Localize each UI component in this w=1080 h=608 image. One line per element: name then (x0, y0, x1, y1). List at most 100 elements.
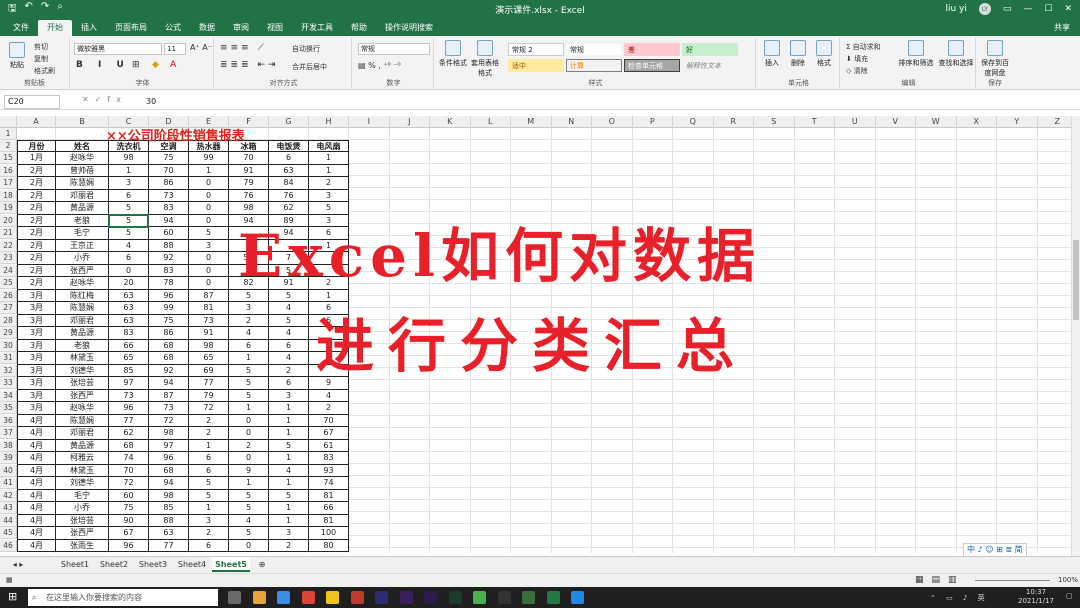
sheet-tab-1[interactable]: Sheet1 (56, 557, 94, 572)
table-cell[interactable]: 小乔 (56, 252, 109, 265)
table-cell[interactable]: 1 (229, 352, 269, 365)
table-cell[interactable]: 86 (149, 177, 189, 190)
fill-button[interactable]: ⬇ 填充 (846, 54, 868, 64)
sort-filter-button[interactable]: 排序和筛选 (896, 40, 936, 68)
row-header[interactable]: 33 (0, 377, 17, 389)
cut-button[interactable]: 剪切 (34, 42, 48, 52)
table-cell[interactable]: 1 (269, 402, 309, 415)
table-cell[interactable]: 63 (109, 289, 149, 302)
table-cell[interactable]: 2 (189, 527, 229, 540)
tab-10[interactable]: 操作说明搜索 (376, 20, 442, 36)
table-cell[interactable]: 99 (149, 302, 189, 315)
find-select-button[interactable]: 查找和选择 (936, 40, 976, 68)
header-cell[interactable]: 姓名 (56, 140, 109, 152)
table-cell[interactable]: 邓丽君 (56, 314, 109, 327)
row-header[interactable]: 30 (0, 339, 17, 352)
number-format-dropdown[interactable]: 常规 (358, 43, 430, 55)
table-cell[interactable]: 赵咏华 (56, 152, 109, 165)
table-cell[interactable]: 92 (149, 252, 189, 265)
table-cell[interactable]: 1 (309, 164, 349, 177)
table-cell[interactable]: 5 (229, 502, 269, 515)
table-cell[interactable]: 98 (109, 152, 149, 165)
column-header-C[interactable]: C (109, 116, 149, 128)
table-cell[interactable]: 6 (269, 377, 309, 390)
edge-icon[interactable] (277, 591, 290, 604)
table-cell[interactable]: 1 (269, 427, 309, 440)
table-cell[interactable]: 65 (189, 352, 229, 365)
table-cell[interactable]: 67 (309, 427, 349, 440)
app-icon-1[interactable] (252, 591, 266, 604)
table-cell[interactable]: 60 (149, 227, 189, 240)
table-cell[interactable]: 70 (309, 414, 349, 427)
baidu-save-button[interactable]: 保存到百度网盘 (978, 40, 1012, 78)
column-header-E[interactable]: E (189, 116, 229, 128)
table-cell[interactable]: 5 (189, 489, 229, 502)
table-cell[interactable]: 1 (229, 477, 269, 490)
table-cell[interactable]: 0 (189, 264, 229, 277)
excel-icon[interactable] (546, 591, 560, 604)
table-cell[interactable]: 97 (149, 439, 189, 452)
table-cell[interactable]: 陈慧娴 (56, 414, 109, 427)
table-cell[interactable]: 3月 (17, 364, 56, 377)
tab-6[interactable]: 审阅 (224, 20, 258, 36)
row-header[interactable]: 24 (0, 264, 17, 277)
table-cell[interactable]: 陈红梅 (56, 289, 109, 302)
table-cell[interactable]: 73 (109, 389, 149, 402)
table-cell[interactable]: 2 (229, 314, 269, 327)
table-cell[interactable]: 9 (229, 464, 269, 477)
column-header-J[interactable]: J (390, 116, 430, 128)
table-cell[interactable]: 黄品源 (56, 327, 109, 340)
view-icons[interactable]: ▦▤▥ (915, 575, 965, 585)
table-cell[interactable]: 100 (309, 527, 349, 540)
table-cell[interactable]: 张雨生 (56, 539, 109, 552)
table-cell[interactable]: 0 (229, 414, 269, 427)
table-cell[interactable]: 1 (229, 402, 269, 415)
row-header[interactable]: 22 (0, 239, 17, 252)
row-header[interactable]: 38 (0, 439, 17, 452)
macro-record-icon[interactable]: ▦ (6, 576, 13, 584)
row-header[interactable]: 42 (0, 489, 17, 502)
font-name-dropdown[interactable]: 微软雅黑 (74, 43, 162, 55)
bold-italic-underline-icons[interactable]: B I U (76, 60, 130, 70)
table-cell[interactable]: 77 (189, 377, 229, 390)
clock[interactable]: 10:37 2021/1/17 (1018, 588, 1054, 606)
table-cell[interactable]: 94 (149, 377, 189, 390)
table-cell[interactable]: 6 (269, 339, 309, 352)
table-cell[interactable]: 68 (109, 439, 149, 452)
photoshop-icon[interactable] (424, 591, 437, 604)
table-cell[interactable]: 0 (189, 202, 229, 215)
table-cell[interactable]: 2月 (17, 264, 56, 277)
table-cell[interactable]: 98 (149, 427, 189, 440)
record-icon[interactable] (350, 591, 364, 604)
column-header-H[interactable]: H (309, 116, 349, 128)
row-header[interactable]: 44 (0, 514, 17, 527)
column-header-W[interactable]: W (916, 116, 957, 128)
row-header[interactable]: 17 (0, 177, 17, 189)
table-cell[interactable]: 78 (149, 277, 189, 290)
row-header[interactable]: 36 (0, 414, 17, 427)
table-cell[interactable]: 4月 (17, 464, 56, 477)
table-cell[interactable]: 81 (309, 489, 349, 502)
table-cell[interactable]: 4 (269, 352, 309, 365)
table-cell[interactable]: 74 (309, 477, 349, 490)
share-button[interactable]: 共享 (1054, 20, 1080, 36)
table-cell[interactable]: 4 (269, 327, 309, 340)
table-cell[interactable]: 66 (109, 339, 149, 352)
table-cell[interactable]: 4月 (17, 414, 56, 427)
header-cell[interactable]: 电风扇 (309, 140, 349, 152)
table-cell[interactable]: 0 (189, 252, 229, 265)
table-cell[interactable]: 1月 (17, 152, 56, 165)
table-cell[interactable]: 98 (149, 489, 189, 502)
clear-button[interactable]: ◇ 清除 (846, 66, 868, 76)
avatar[interactable]: LY (978, 3, 991, 15)
table-cell[interactable]: 毛宁 (56, 227, 109, 240)
border-icon[interactable]: ⊞ (132, 60, 140, 70)
row-header[interactable]: 26 (0, 289, 17, 302)
delete-button[interactable]: 删除 (786, 40, 810, 68)
tab-1[interactable]: 开始 (38, 20, 72, 36)
table-cell[interactable]: 87 (149, 389, 189, 402)
table-cell[interactable]: 陈慧娴 (56, 302, 109, 315)
table-cell[interactable]: 3 (269, 389, 309, 402)
table-cell[interactable]: 80 (309, 539, 349, 552)
table-cell[interactable]: 6 (229, 339, 269, 352)
